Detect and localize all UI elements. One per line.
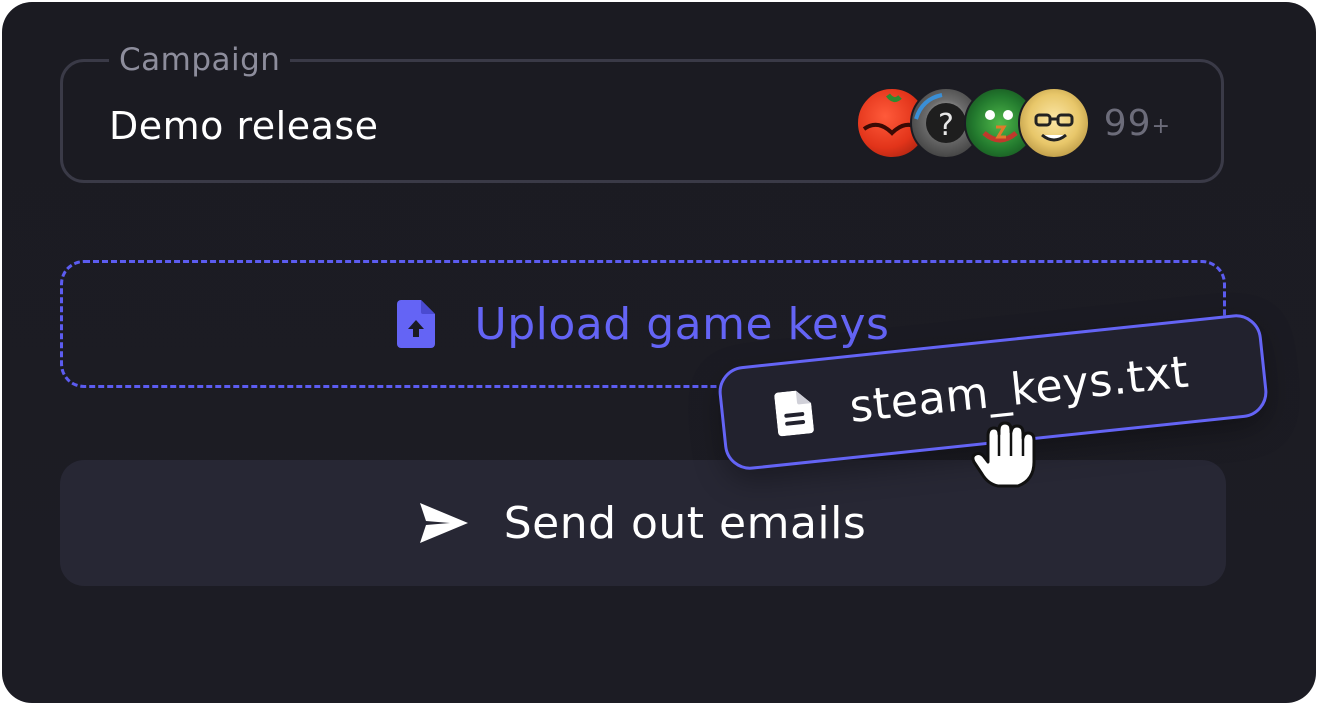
file-upload-icon [396, 300, 435, 348]
campaign-field[interactable]: Campaign Demo release ? 99+ [60, 42, 1224, 183]
send-paper-plane-icon [419, 503, 468, 543]
participant-avatars[interactable]: ? 99+ [855, 87, 1171, 159]
bald-man-glasses-avatar [1017, 87, 1090, 159]
send-out-emails-label: Send out emails [503, 497, 867, 549]
campaign-value: Demo release [109, 104, 379, 148]
send-out-emails-button[interactable]: Send out emails [60, 460, 1226, 586]
campaign-label: Campaign [109, 42, 291, 78]
svg-text:?: ? [938, 108, 954, 143]
document-icon [774, 390, 814, 437]
upload-game-keys-label: Upload game keys [474, 298, 890, 350]
grab-hand-cursor-icon [971, 421, 1036, 488]
participant-count: 99+ [1103, 102, 1171, 144]
campaign-card: Campaign Demo release ? 99+ Upload game … [2, 2, 1316, 703]
